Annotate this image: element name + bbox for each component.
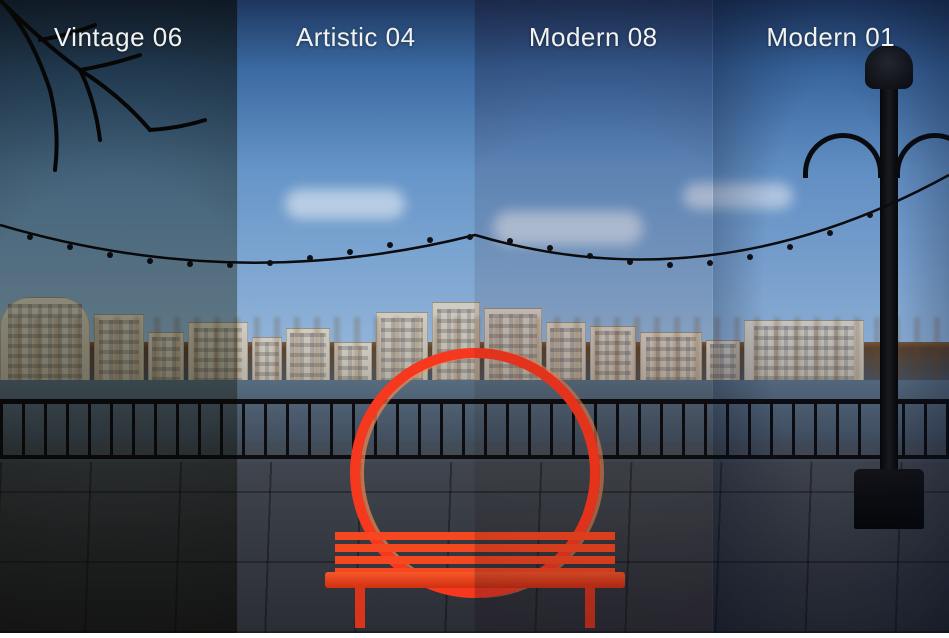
vignette-overlay [475, 0, 712, 633]
filter-columns: Vintage 06 Artistic 04 Modern 08 Modern … [0, 0, 949, 633]
filter-column-artistic-04[interactable]: Artistic 04 [237, 0, 475, 633]
filter-label: Modern 01 [713, 22, 949, 53]
filter-label: Artistic 04 [238, 22, 475, 53]
filter-label: Vintage 06 [0, 22, 237, 53]
filter-column-modern-01[interactable]: Modern 01 [712, 0, 949, 633]
vignette-overlay [238, 0, 475, 633]
filter-label: Modern 08 [475, 22, 712, 53]
filter-column-modern-08[interactable]: Modern 08 [474, 0, 712, 633]
vignette-overlay [713, 0, 949, 633]
filter-column-vintage-06[interactable]: Vintage 06 [0, 0, 237, 633]
vignette-overlay [0, 0, 237, 633]
